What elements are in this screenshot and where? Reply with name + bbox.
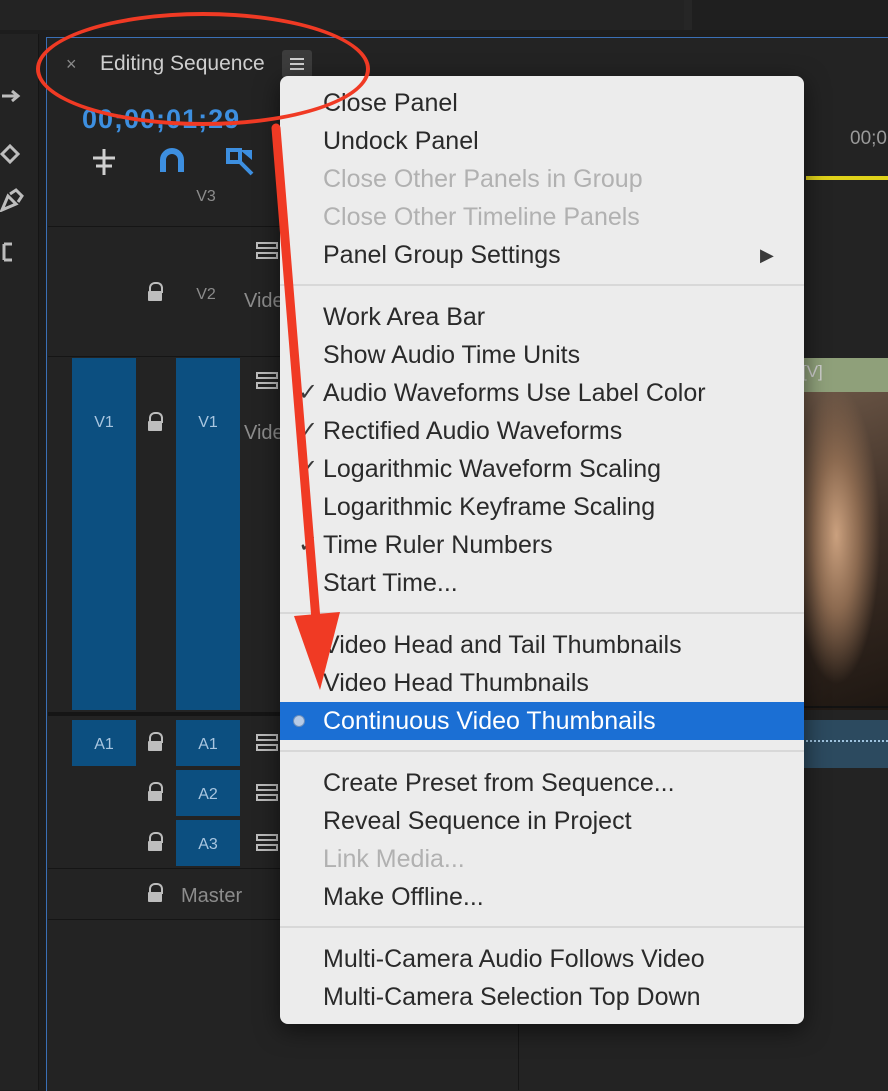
source-label-a1: A1 [94,736,114,753]
panel-context-menu: Close Panel Undock Panel Close Other Pan… [280,76,804,1024]
track-label-a1: A1 [198,736,218,753]
menu-separator [280,612,804,614]
lock-icon[interactable] [146,883,164,903]
audio-clip[interactable] [802,720,888,768]
tools-panel [0,34,39,1090]
menu-item-reveal-sequence-in-project[interactable]: Reveal Sequence in Project [280,802,804,840]
video-clip-thumbnail[interactable] [802,392,888,710]
linked-selection-icon[interactable] [224,146,256,178]
track-row-v2: V2 Vide [48,226,284,357]
menu-item-panel-group-settings[interactable]: Panel Group Settings ▶ [280,236,804,274]
checkmark-icon: ✓ [298,417,319,444]
hand-tool-icon[interactable] [0,240,24,264]
menu-item-close-other-timeline-panels: Close Other Timeline Panels [323,203,640,231]
source-label-v1: V1 [94,414,114,431]
track-row-v3: V3 [48,180,280,227]
track-label-v3: V3 [196,188,216,205]
annotation-ellipse [36,12,370,126]
toggle-output-icon[interactable] [256,372,278,392]
track-label-v2: V2 [196,286,216,303]
checkmark-icon: ✓ [298,379,319,406]
track-label-master: Master [181,885,243,907]
track-select-icon[interactable] [0,84,24,108]
menu-item-audio-waveforms-label-color[interactable]: ✓ Audio Waveforms Use Label Color [280,374,804,412]
menu-item-close-other-panels-in-group: Close Other Panels in Group [323,165,643,193]
source-patch-v1[interactable] [72,358,136,710]
menu-item-video-head-and-tail-thumbnails[interactable]: Video Head and Tail Thumbnails [280,626,804,664]
clip-label: [V] [802,362,823,381]
ruler-timecode: 00;0 [850,128,887,149]
ripple-edit-icon[interactable] [0,142,24,166]
panel-divider [518,1024,519,1090]
menu-item-multi-camera-selection-top-down[interactable]: Multi-Camera Selection Top Down [280,978,804,1016]
toggle-output-icon[interactable] [256,784,278,804]
menu-item-logarithmic-keyframe-scaling[interactable]: Logarithmic Keyframe Scaling [280,488,804,526]
menu-separator [280,284,804,286]
submenu-arrow-icon: ▶ [760,245,774,265]
toggle-output-icon[interactable] [256,242,278,262]
menu-item-video-head-thumbnails[interactable]: Video Head Thumbnails [280,664,804,702]
menu-item-start-time[interactable]: Start Time... [280,564,804,602]
menu-item-make-offline[interactable]: Make Offline... [280,878,804,916]
track-row-master: Master [48,868,280,920]
lock-icon[interactable] [146,732,164,752]
toggle-output-icon[interactable] [256,734,278,754]
menu-item-continuous-video-thumbnails[interactable]: Continuous Video Thumbnails [280,702,804,740]
track-target-v1[interactable] [176,358,240,710]
menu-item-time-ruler-numbers[interactable]: ✓ Time Ruler Numbers [280,526,804,564]
lock-icon[interactable] [146,282,164,302]
track-label-v1: V1 [198,414,218,431]
menu-item-link-media: Link Media... [323,845,465,873]
menu-item-logarithmic-waveform-scaling[interactable]: ✓ Logarithmic Waveform Scaling [280,450,804,488]
radio-selected-icon [293,715,305,727]
work-area-bar[interactable] [806,176,888,180]
video-audio-divider[interactable] [48,712,280,716]
snap-magnet-icon[interactable] [156,146,188,178]
menu-item-show-audio-time-units[interactable]: Show Audio Time Units [280,336,804,374]
lock-icon[interactable] [146,832,164,852]
track-name-v1: Vide [244,422,284,444]
checkmark-icon: ✓ [298,531,319,558]
toggle-output-icon[interactable] [256,834,278,854]
track-label-a3: A3 [198,836,218,853]
clip-border [802,706,888,708]
checkmark-icon: ✓ [298,455,319,482]
track-name-v2: Vide [244,290,284,312]
lock-icon[interactable] [146,782,164,802]
menu-item-undock-panel[interactable]: Undock Panel [280,122,804,160]
menu-item-rectified-audio-waveforms[interactable]: ✓ Rectified Audio Waveforms [280,412,804,450]
menu-separator [280,926,804,928]
menu-item-multi-camera-audio-follows-video[interactable]: Multi-Camera Audio Follows Video [280,940,804,978]
menu-separator [280,750,804,752]
menu-item-create-preset-from-sequence[interactable]: Create Preset from Sequence... [280,764,804,802]
insert-nest-icon[interactable] [88,146,120,178]
track-label-a2: A2 [198,786,218,803]
lock-icon[interactable] [146,412,164,432]
menu-item-work-area-bar[interactable]: Work Area Bar [280,298,804,336]
pen-tool-icon[interactable] [0,188,24,213]
